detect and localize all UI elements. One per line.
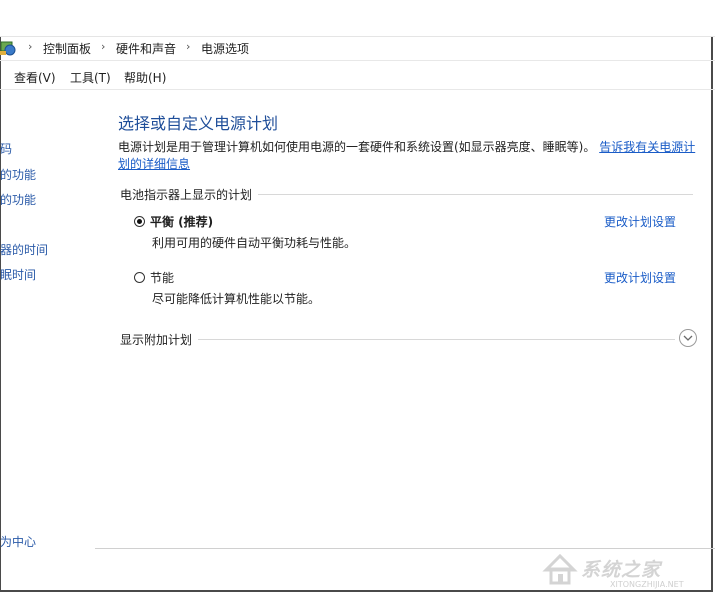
plan-desc-power-saver: 尽可能降低计算机性能以节能。 [152, 292, 321, 306]
page-description: 电源计划是用于管理计算机如何使用电源的一套硬件和系统设置(如显示器亮度、睡眠等)… [118, 139, 698, 173]
breadcrumb-separator: › [101, 40, 106, 53]
power-saver-radio[interactable] [134, 272, 145, 283]
breadcrumb-separator: › [186, 40, 191, 53]
plan-desc-balanced: 利用可用的硬件自动平衡功耗与性能。 [152, 236, 357, 250]
breadcrumb-control-panel[interactable]: 控制面板 [43, 40, 91, 57]
watermark-house-icon [542, 553, 578, 585]
section-header: 电池指示器上显示的计划 [120, 186, 259, 203]
watermark-url: XITONGZHIJIA.NET [610, 580, 684, 589]
radio-selected-dot [137, 219, 142, 224]
sidebar-link-2[interactable]: 的功能 [0, 166, 36, 183]
control-panel-icon [0, 39, 18, 57]
plan-name-power-saver[interactable]: 节能 [150, 269, 174, 286]
plan-name-balanced[interactable]: 平衡 (推荐) [150, 213, 213, 230]
change-plan-settings-balanced[interactable]: 更改计划设置 [604, 213, 676, 230]
breadcrumb-power-options[interactable]: 电源选项 [201, 40, 249, 57]
more-plans-divider [120, 339, 675, 340]
menu-view[interactable]: 查看(V) [14, 69, 56, 86]
sidebar-link-3[interactable]: 的功能 [0, 191, 36, 208]
breadcrumb-hardware-sound[interactable]: 硬件和声音 [116, 40, 176, 57]
sidebar-footer-link[interactable]: 为中心 [0, 533, 36, 550]
page-title: 选择或自定义电源计划 [118, 114, 279, 133]
breadcrumb: › 控制面板 › 硬件和声音 › 电源选项 [0, 36, 715, 60]
title-bar-area [0, 0, 715, 37]
sidebar-link-1[interactable]: 码 [0, 140, 12, 157]
menu-help[interactable]: 帮助(H) [124, 69, 166, 86]
watermark-logo: 系统之家 XITONGZHIJIA.NET [540, 548, 710, 590]
balanced-radio[interactable] [134, 216, 145, 227]
expand-chevron-icon[interactable] [679, 329, 697, 347]
description-text: 电源计划是用于管理计算机如何使用电源的一套硬件和系统设置(如显示器亮度、睡眠等)… [118, 140, 596, 154]
watermark-text: 系统之家 [581, 559, 662, 581]
breadcrumb-separator: › [28, 40, 33, 53]
sidebar-link-5[interactable]: 眠时间 [0, 266, 36, 283]
sidebar-link-4[interactable]: 器的时间 [0, 241, 48, 258]
menu-bar: 查看(V) 工具(T) 帮助(H) [0, 60, 715, 90]
change-plan-settings-power-saver[interactable]: 更改计划设置 [604, 269, 676, 286]
show-additional-plans[interactable]: 显示附加计划 [120, 331, 199, 348]
menu-tools[interactable]: 工具(T) [70, 69, 111, 86]
